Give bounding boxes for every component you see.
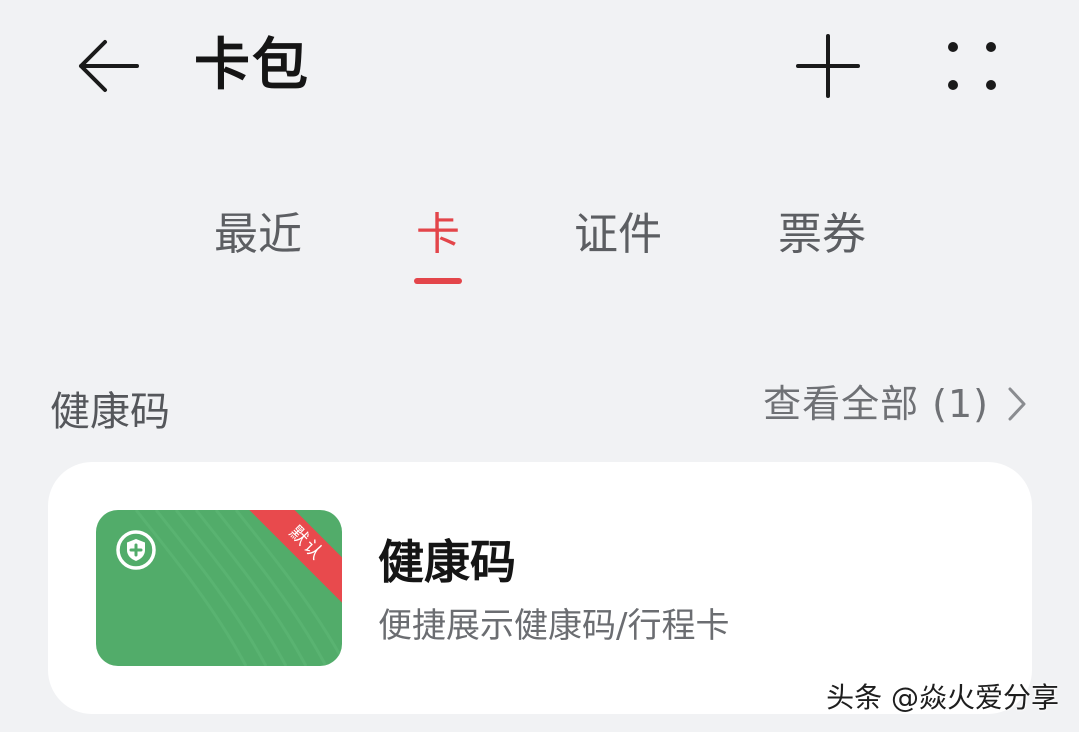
tab-bar: 最近 卡 证件 票券: [0, 190, 1079, 300]
active-tab-indicator: [414, 278, 462, 284]
tab-tickets[interactable]: 票券: [770, 190, 874, 290]
arrow-left-icon: [79, 40, 139, 92]
card-name: 健康码: [378, 535, 516, 589]
card-thumbnail: 默认: [96, 510, 342, 666]
tab-cards[interactable]: 卡: [402, 190, 474, 290]
section-header: 健康码 查看全部 (1): [0, 372, 1079, 452]
add-card-button[interactable]: [786, 28, 870, 104]
more-options-button[interactable]: [930, 28, 1014, 104]
card-description: 便捷展示健康码/行程卡: [378, 606, 730, 646]
four-dots-icon: [948, 42, 996, 90]
tab-ids[interactable]: 证件: [566, 190, 670, 290]
section-title: 健康码: [50, 389, 170, 435]
page-title: 卡包: [194, 33, 310, 98]
health-code-card[interactable]: 默认 健康码 便捷展示健康码/行程卡: [48, 462, 1032, 714]
view-all-label: 查看全部 (1): [763, 382, 989, 426]
view-all-link[interactable]: 查看全部 (1): [763, 374, 1027, 434]
health-shield-icon: [116, 530, 156, 570]
chevron-right-icon: [1007, 386, 1027, 422]
plus-icon: [796, 34, 860, 98]
watermark: 头条 @焱火爱分享: [826, 681, 1059, 714]
top-app-bar: 卡包: [0, 0, 1079, 140]
tab-recent[interactable]: 最近: [206, 190, 310, 290]
back-button[interactable]: [64, 30, 154, 102]
